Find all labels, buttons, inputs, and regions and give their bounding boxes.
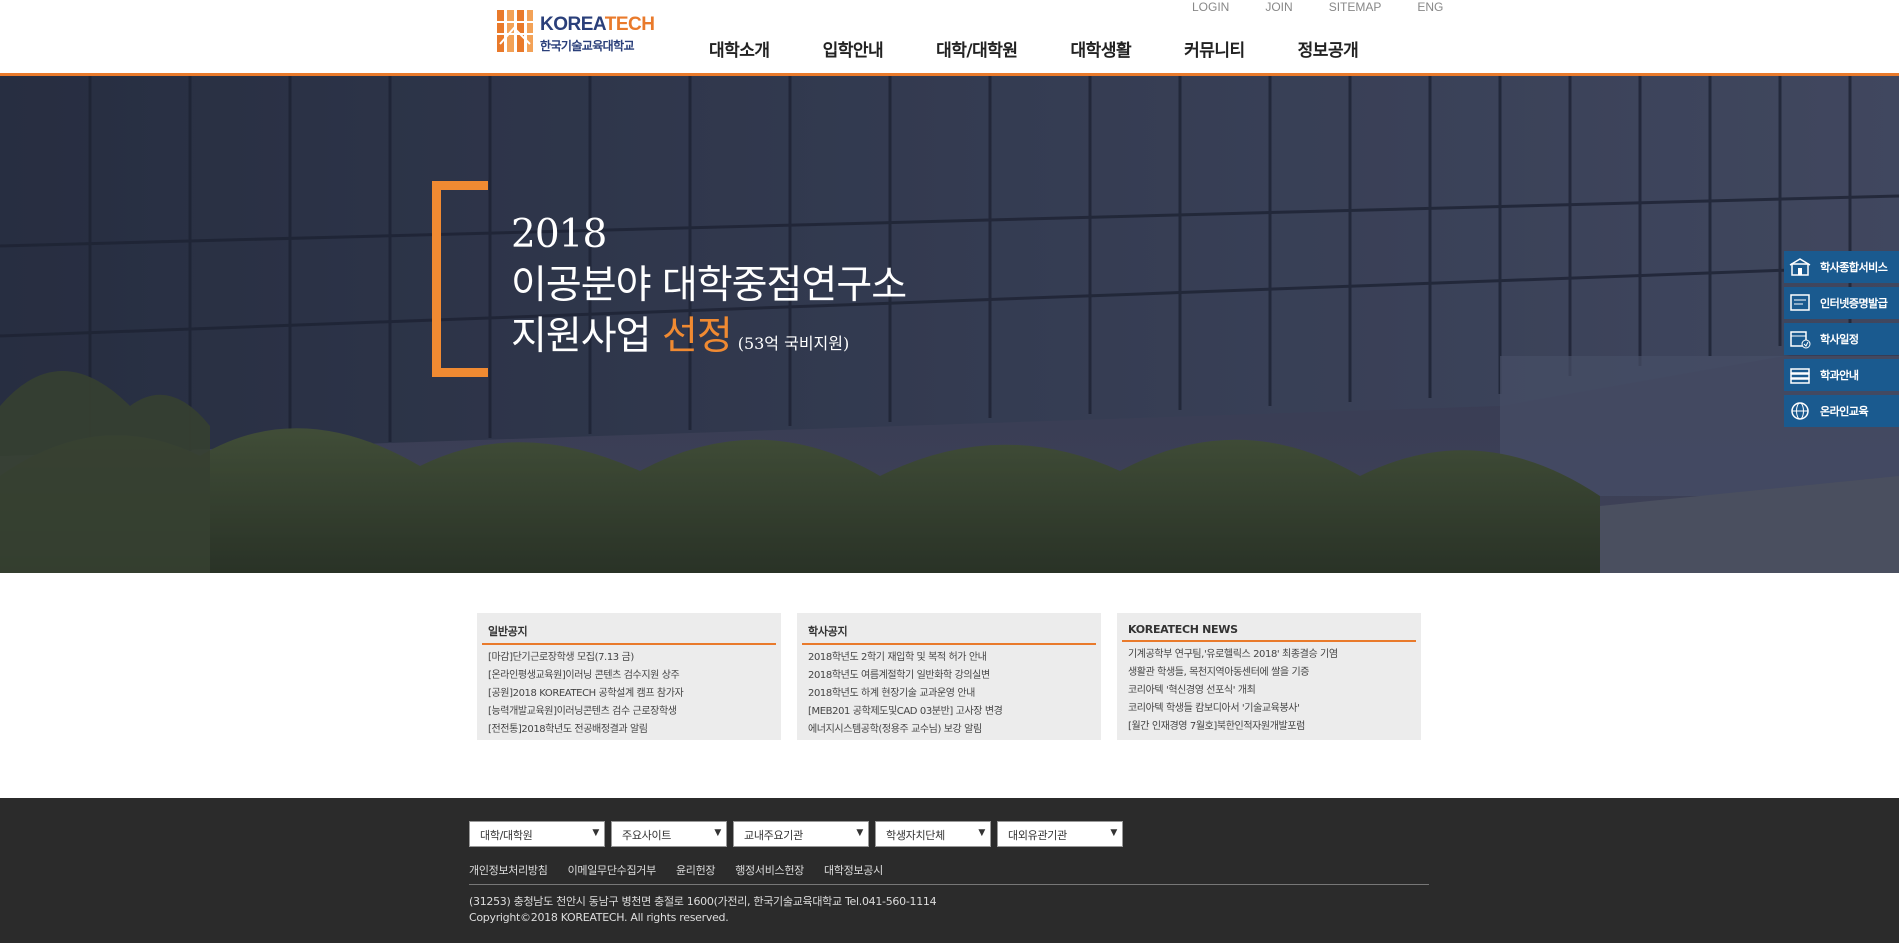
list-item[interactable]: [월간 인재경영 7월호]북한인적자원개발포럼 (1128, 718, 1410, 736)
list-item[interactable]: [전전통]2018학년도 전공배정결과 알림 (488, 721, 770, 739)
list-item[interactable]: 2018학년도 2학기 재입학 및 복적 허가 안내 (808, 649, 1090, 667)
sitemap-link[interactable]: SITEMAP (1329, 0, 1382, 14)
list-item[interactable]: [온라인평생교육원]이러닝 콘텐츠 검수지원 상주 (488, 667, 770, 685)
hero-bracket (432, 181, 488, 377)
dropdown-arrow-icon: ▼ (978, 828, 985, 838)
hero-title: 이공분야 대학중점연구소 (511, 263, 907, 308)
list-item[interactable]: 에너지시스템공학(정용주 교수님) 보강 알림 (808, 721, 1090, 739)
board-general-notice: 일반공지 [마감]단기근로장학생 모집(7.13 금) [온라인평생교육원]이러… (477, 613, 781, 740)
quick-item-academic-service[interactable]: 학사종합서비스 (1784, 251, 1899, 283)
ethics-charter-link[interactable]: 윤리헌장 (676, 862, 716, 878)
hero-banner[interactable]: 2018 이공분야 대학중점연구소 지원사업 선정 (53억 국비지원) 학사종합… (0, 76, 1899, 573)
address-text: (31253) 충청남도 천안시 동남구 병천면 충절로 1600(가전리, 한… (469, 895, 937, 908)
footer-divider (469, 884, 1429, 885)
books-icon (1788, 364, 1812, 386)
hero-headline: 2018 이공분야 대학중점연구소 지원사업 선정 (53억 국비지원) (511, 209, 907, 369)
nav-item-admission[interactable]: 입학안내 (823, 36, 884, 61)
service-charter-link[interactable]: 행정서비스헌장 (735, 862, 804, 878)
copyright-text: Copyright©2018 KOREATECH. All rights res… (469, 911, 729, 924)
hero-year: 2018 (511, 212, 607, 257)
list-item[interactable]: 기계공학부 연구팀,'유로헬릭스 2018' 최종결승 기염 (1128, 646, 1410, 664)
dropdown-arrow-icon: ▼ (856, 828, 863, 838)
site-logo[interactable]: KOREATECH 한국기술교육대학교 (496, 8, 655, 54)
privacy-policy-link[interactable]: 개인정보처리방침 (469, 862, 548, 878)
list-item[interactable]: [능력개발교육원]이러닝콘텐츠 검수 근로장학생 (488, 703, 770, 721)
logo-korean-text: 한국기술교육대학교 (540, 39, 635, 53)
family-site-selects: 대학/대학원 ▼ 주요사이트 ▼ 교내주요기관 ▼ 학생자치단체 ▼ 대외유관기관 ▼ (469, 821, 1123, 847)
board-title[interactable]: KOREATECH NEWS (1122, 621, 1416, 642)
list-item[interactable]: 2018학년도 여름계절학기 일반화학 강의실변 (808, 667, 1090, 685)
site-footer: 대학/대학원 ▼ 주요사이트 ▼ 교내주요기관 ▼ 학생자치단체 ▼ 대외유관기관 ▼ 개… (0, 798, 1899, 943)
nav-item-info[interactable]: 정보공개 (1298, 36, 1359, 61)
quick-menu: 학사종합서비스 인터넷증명발급 학사일정 학과안내 온라인교육 (1784, 251, 1899, 431)
select-major-sites[interactable]: 주요사이트 ▼ (611, 821, 727, 847)
notice-boards: 일반공지 [마감]단기근로장학생 모집(7.13 금) [온라인평생교육원]이러… (477, 613, 1421, 740)
nav-item-campus-life[interactable]: 대학생활 (1071, 36, 1132, 61)
nav-item-college[interactable]: 대학/대학원 (936, 36, 1018, 61)
eng-link[interactable]: ENG (1417, 0, 1443, 14)
board-title[interactable]: 일반공지 (482, 621, 776, 645)
list-item[interactable]: [MEB201 공학제도및CAD 03분반] 고사장 변경 (808, 703, 1090, 721)
nav-item-about[interactable]: 대학소개 (709, 36, 770, 61)
board-news: KOREATECH NEWS 기계공학부 연구팀,'유로헬릭스 2018' 최종… (1117, 613, 1421, 740)
quick-item-certificate[interactable]: 인터넷증명발급 (1784, 287, 1899, 319)
nav-item-community[interactable]: 커뮤니티 (1184, 36, 1245, 61)
disclosure-link[interactable]: 대학정보공시 (824, 862, 883, 878)
certificate-icon (1788, 292, 1812, 314)
list-item[interactable]: 2018학년도 하계 현장기술 교과운영 안내 (808, 685, 1090, 703)
list-item[interactable]: 코리아텍 '혁신경영 선포식' 개최 (1128, 682, 1410, 700)
footer-address: (31253) 충청남도 천안시 동남구 병천면 충절로 1600(가전리, 한… (469, 894, 937, 926)
board-title[interactable]: 학사공지 (802, 621, 1096, 645)
main-nav: 대학소개 입학안내 대학/대학원 대학생활 커뮤니티 정보공개 (709, 36, 1411, 61)
list-item[interactable]: 코리아텍 학생들 캄보디아서 '기술교육봉사' (1128, 700, 1410, 718)
quick-item-online-education[interactable]: 온라인교육 (1784, 395, 1899, 427)
globe-icon (1788, 400, 1812, 422)
koreatech-logo-icon (497, 10, 533, 52)
quick-item-calendar[interactable]: 학사일정 (1784, 323, 1899, 355)
select-campus-institutions[interactable]: 교내주요기관 ▼ (733, 821, 869, 847)
utility-links: LOGIN JOIN SITEMAP ENG (1192, 0, 1479, 14)
list-item[interactable]: [공원]2018 KOREATECH 공학설계 캠프 참가자 (488, 685, 770, 703)
select-college[interactable]: 대학/대학원 ▼ (469, 821, 605, 847)
board-academic-notice: 학사공지 2018학년도 2학기 재입학 및 복적 허가 안내 2018학년도 … (797, 613, 1101, 740)
logo-text: KOREATECH (540, 14, 655, 35)
building-icon (1788, 256, 1812, 278)
calendar-icon (1788, 328, 1812, 350)
dropdown-arrow-icon: ▼ (1110, 828, 1117, 838)
list-item[interactable]: 생활관 학생들, 목천지역아동센터에 쌀을 기증 (1128, 664, 1410, 682)
hero-subtitle: 지원사업 선정 (53억 국비지원) (511, 314, 850, 359)
building-photo (0, 76, 1899, 573)
dropdown-arrow-icon: ▼ (592, 828, 599, 838)
quick-item-departments[interactable]: 학과안내 (1784, 359, 1899, 391)
select-student-groups[interactable]: 학생자치단체 ▼ (875, 821, 991, 847)
dropdown-arrow-icon: ▼ (714, 828, 721, 838)
select-external-institutions[interactable]: 대외유관기관 ▼ (997, 821, 1123, 847)
list-item[interactable]: [마감]단기근로장학생 모집(7.13 금) (488, 649, 770, 667)
site-header: KOREATECH 한국기술교육대학교 LOGIN JOIN SITEMAP E… (0, 0, 1899, 76)
login-link[interactable]: LOGIN (1192, 0, 1229, 14)
email-refusal-link[interactable]: 이메일무단수집거부 (568, 862, 657, 878)
join-link[interactable]: JOIN (1265, 0, 1292, 14)
footer-links: 개인정보처리방침 이메일무단수집거부 윤리헌장 행정서비스헌장 대학정보공시 (469, 862, 903, 878)
